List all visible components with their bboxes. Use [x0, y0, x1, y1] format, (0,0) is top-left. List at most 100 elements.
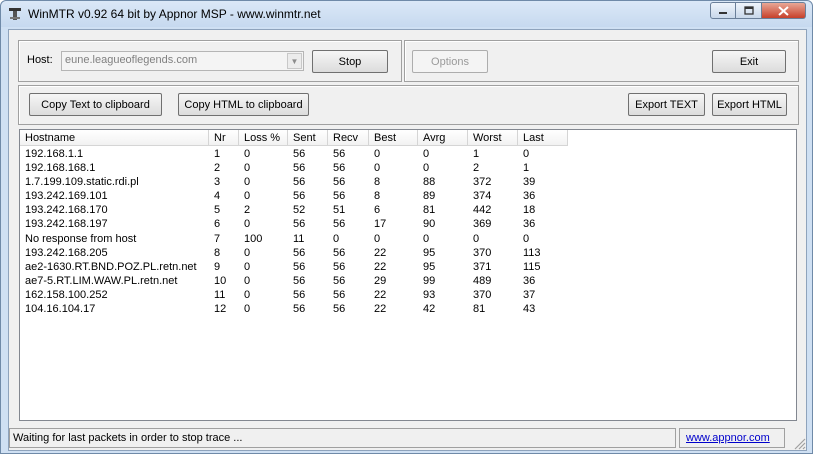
table-row[interactable]: ae7-5.RT.LIM.WAW.PL.retn.net 10 0 56 56 29 99 4… — [20, 274, 568, 288]
cell-avrg: 42 — [423, 303, 436, 316]
host-combobox[interactable]: eune.leagueoflegends.com ▼ — [61, 51, 304, 71]
cell-recv: 56 — [333, 303, 346, 316]
cell-sent: 11 — [293, 232, 305, 245]
export-text-button[interactable]: Export TEXT — [628, 93, 705, 116]
column-header-sent[interactable]: Sent — [288, 130, 328, 146]
options-button[interactable]: Options — [412, 50, 488, 73]
column-header-recv[interactable]: Recv — [328, 130, 369, 146]
minimize-button[interactable] — [710, 2, 736, 19]
table-row[interactable]: 193.242.169.101 4 0 56 56 8 89 374 36 — [20, 189, 568, 203]
exit-button[interactable]: Exit — [712, 50, 786, 73]
client-area: Host: eune.leagueoflegends.com ▼ Stop Op… — [8, 29, 807, 451]
cell-sent: 56 — [293, 303, 306, 316]
table-row[interactable]: 1.7.199.109.static.rdi.pl 3 0 56 56 8 88 372 39 — [20, 175, 568, 189]
column-header-worst[interactable]: Worst — [468, 130, 518, 146]
cell-avrg: 93 — [423, 288, 436, 301]
cell-best: 0 — [374, 232, 381, 245]
cell-loss: 0 — [244, 218, 251, 231]
title-bar[interactable]: WinMTR v0.92 64 bit by Appnor MSP - www.… — [1, 1, 812, 27]
cell-sent: 56 — [293, 274, 306, 287]
table-row[interactable]: No response from host 7 100 11 0 0 0 0 0 — [20, 232, 568, 246]
cell-nr: 2 — [214, 162, 221, 175]
cell-last: 18 — [523, 204, 536, 217]
cell-loss: 0 — [244, 303, 251, 316]
cell-recv: 56 — [333, 190, 346, 203]
cell-worst: 372 — [473, 176, 492, 189]
host-value[interactable]: eune.leagueoflegends.com — [65, 54, 197, 66]
cell-best: 8 — [374, 176, 381, 189]
cell-nr: 3 — [214, 176, 221, 189]
cell-recv: 56 — [333, 148, 346, 160]
cell-loss: 0 — [244, 260, 251, 273]
list-header: Hostname Nr Loss % Sent Recv Best Avrg W… — [20, 130, 568, 146]
column-header-loss[interactable]: Loss % — [239, 130, 288, 146]
table-row[interactable]: 193.242.168.205 8 0 56 56 22 95 370 113 — [20, 246, 568, 260]
cell-avrg: 95 — [423, 260, 436, 273]
maximize-icon — [743, 6, 754, 15]
cell-hostname: 192.168.168.1 — [25, 162, 96, 175]
cell-avrg: 0 — [423, 232, 430, 245]
winmtr-window: WinMTR v0.92 64 bit by Appnor MSP - www.… — [0, 0, 813, 454]
copy-text-button[interactable]: Copy Text to clipboard — [29, 93, 162, 116]
cell-recv: 56 — [333, 218, 346, 231]
cell-hostname: 104.16.104.17 — [25, 303, 96, 316]
cell-last: 115 — [523, 260, 541, 273]
copy-html-button[interactable]: Copy HTML to clipboard — [178, 93, 309, 116]
column-header-avrg[interactable]: Avrg — [418, 130, 468, 146]
cell-recv: 56 — [333, 176, 346, 189]
appnor-link[interactable]: www.appnor.com — [679, 428, 785, 448]
cell-recv: 56 — [333, 162, 346, 175]
cell-last: 36 — [523, 274, 536, 287]
cell-hostname: ae2-1630.RT.BND.POZ.PL.retn.net — [25, 260, 197, 273]
cell-avrg: 81 — [423, 204, 436, 217]
host-label: Host: — [27, 54, 53, 66]
cell-nr: 12 — [214, 303, 227, 316]
cell-loss: 0 — [244, 190, 251, 203]
cell-hostname: 193.242.169.101 — [25, 190, 108, 203]
column-header-best[interactable]: Best — [369, 130, 418, 146]
cell-last: 39 — [523, 176, 536, 189]
column-header-nr[interactable]: Nr — [209, 130, 239, 146]
cell-best: 22 — [374, 303, 387, 316]
table-row[interactable]: 193.242.168.197 6 0 56 56 17 90 369 36 — [20, 217, 568, 231]
cell-best: 8 — [374, 190, 381, 203]
trace-results-list[interactable]: Hostname Nr Loss % Sent Recv Best Avrg W… — [19, 129, 797, 421]
stop-button[interactable]: Stop — [312, 50, 388, 73]
table-row[interactable]: 104.16.104.17 12 0 56 56 22 42 81 43 — [20, 302, 568, 316]
cell-avrg: 0 — [423, 162, 430, 175]
table-row[interactable]: 193.242.168.170 5 2 52 51 6 81 442 18 — [20, 203, 568, 217]
cell-loss: 0 — [244, 274, 251, 287]
cell-sent: 56 — [293, 260, 306, 273]
export-html-button[interactable]: Export HTML — [712, 93, 787, 116]
cell-loss: 0 — [244, 176, 251, 189]
close-button[interactable] — [762, 2, 806, 19]
column-header-hostname[interactable]: Hostname — [20, 130, 209, 146]
cell-hostname: 193.242.168.205 — [25, 246, 108, 259]
cell-nr: 10 — [214, 274, 227, 287]
cell-avrg: 99 — [423, 274, 436, 287]
cell-avrg: 95 — [423, 246, 436, 259]
cell-avrg: 90 — [423, 218, 436, 231]
maximize-button[interactable] — [736, 2, 762, 19]
cell-nr: 9 — [214, 260, 221, 273]
table-row[interactable]: 192.168.168.1 2 0 56 56 0 0 2 1 — [20, 161, 568, 175]
dropdown-arrow-icon[interactable]: ▼ — [287, 53, 302, 69]
cell-last: 0 — [523, 232, 530, 245]
cell-loss: 0 — [244, 246, 251, 259]
cell-recv: 56 — [333, 274, 346, 287]
resize-grip-icon[interactable] — [792, 436, 806, 450]
table-row[interactable]: 192.168.1.1 1 0 56 56 0 0 1 0 — [20, 147, 568, 161]
cell-loss: 100 — [244, 232, 263, 245]
cell-last: 0 — [523, 148, 530, 160]
close-icon — [778, 5, 789, 16]
cell-nr: 5 — [214, 204, 221, 217]
cell-avrg: 0 — [423, 148, 430, 160]
cell-best: 17 — [374, 218, 387, 231]
cell-sent: 52 — [293, 204, 306, 217]
table-row[interactable]: ae2-1630.RT.BND.POZ.PL.retn.net 9 0 56 56 22 9… — [20, 260, 568, 274]
window-title: WinMTR v0.92 64 bit by Appnor MSP - www.… — [28, 7, 321, 21]
table-row[interactable]: 162.158.100.252 11 0 56 56 22 93 370 37 — [20, 288, 568, 302]
column-header-last[interactable]: Last — [518, 130, 568, 146]
list-rows: 192.168.1.1 1 0 56 56 0 0 1 0 192.168.168.1 2 0 56 56… — [20, 147, 568, 316]
cell-best: 6 — [374, 204, 381, 217]
